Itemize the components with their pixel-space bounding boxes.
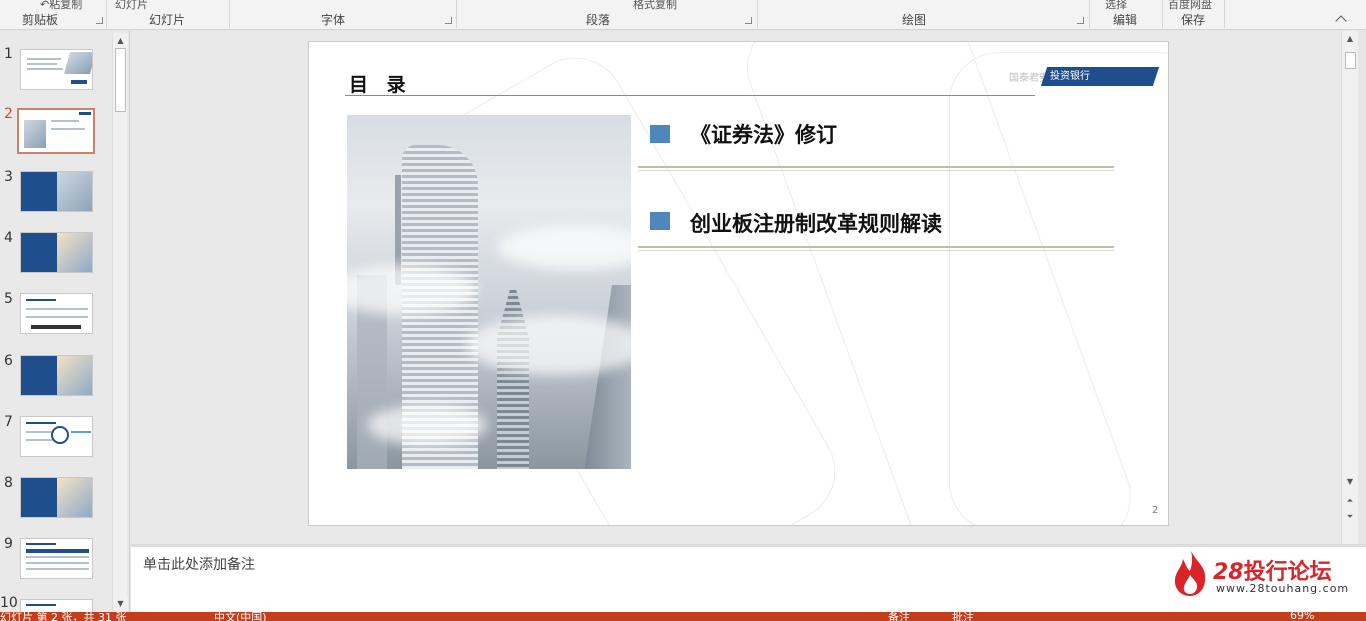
- slide-thumbnails-pane: 1 2 3 4 5 6 7 8 9 10: [0, 31, 130, 619]
- skyscraper-photo[interactable]: [347, 115, 631, 469]
- toc-item-1[interactable]: 《证券法》修订: [690, 119, 837, 149]
- next-slide-icon[interactable]: ⏷: [1342, 509, 1358, 524]
- thumbnails-scrollbar[interactable]: ▲ ▼: [112, 33, 128, 611]
- notes-pane[interactable]: 单击此处添加备注 28投行论坛 www.28touhang.com: [131, 547, 1366, 612]
- scroll-up-icon[interactable]: ▲: [1342, 31, 1358, 46]
- bullet-square: [650, 212, 670, 230]
- current-slide[interactable]: 目 录 国泰君安 投资银行 《证券法》修订 创业板注册制改革规则解读 2: [308, 41, 1169, 526]
- thumb-number: 3: [4, 169, 13, 185]
- slide-thumbnail-3[interactable]: [20, 171, 93, 212]
- thumb-number: 10: [0, 595, 18, 611]
- language-indicator[interactable]: 中文(中国): [214, 612, 267, 621]
- slide-thumbnail-6[interactable]: [20, 355, 93, 396]
- thumb-number: 4: [4, 230, 13, 246]
- scroll-up-icon[interactable]: ▲: [113, 33, 128, 48]
- slide-thumbnail-1[interactable]: [20, 49, 93, 90]
- main-scrollbar[interactable]: ▲ ▼ ⏶ ⏷: [1341, 31, 1358, 544]
- ribbon-separator: [1224, 0, 1225, 28]
- slide-title[interactable]: 目 录: [349, 70, 412, 97]
- thumb-number: 7: [4, 414, 13, 430]
- toc-item-2[interactable]: 创业板注册制改革规则解读: [690, 208, 942, 238]
- slide-counter: 幻灯片 第 2 张，共 31 张: [0, 612, 127, 621]
- group-font-label: 字体: [321, 13, 346, 27]
- item-underline: [638, 166, 1114, 171]
- comments-toggle-button[interactable]: 批注: [952, 612, 974, 621]
- flame-icon: [1174, 551, 1206, 596]
- slide-thumbnail-7[interactable]: [20, 416, 93, 457]
- group-slides-label: 幻灯片: [149, 13, 186, 27]
- scroll-down-icon[interactable]: ▼: [1342, 474, 1358, 489]
- group-paragraph-label: 段落: [586, 13, 611, 27]
- collapse-ribbon-icon[interactable]: [1334, 14, 1348, 24]
- clipboard-launcher-icon[interactable]: [96, 17, 103, 24]
- brand-tag-text: 投资银行: [1050, 71, 1090, 82]
- scrollbar-thumb[interactable]: [115, 48, 126, 112]
- ribbon-separator: [229, 0, 230, 28]
- powerpoint-window: ↶粘复制 幻灯片 格式复制 选择 百度网盘 剪贴板 幻灯片 字体 段落 绘图 编…: [0, 0, 1366, 621]
- watermark-logo: 28投行论坛 www.28touhang.com: [1171, 549, 1351, 599]
- ribbon-partial-slide[interactable]: 幻灯片: [115, 0, 148, 12]
- notes-placeholder[interactable]: 单击此处添加备注: [143, 554, 255, 574]
- logo-url: www.28touhang.com: [1216, 582, 1350, 595]
- item-underline: [638, 246, 1114, 251]
- notes-toggle-button[interactable]: 备注: [888, 612, 910, 621]
- thumb-number: 8: [4, 475, 13, 491]
- thumb-number-active: 2: [4, 106, 13, 122]
- group-clipboard-label: 剪贴板: [22, 13, 59, 27]
- ribbon-separator: [456, 0, 457, 28]
- slide-editing-area: 目 录 国泰君安 投资银行 《证券法》修订 创业板注册制改革规则解读 2: [131, 31, 1341, 544]
- bullet-square: [650, 125, 670, 143]
- scrollbar-thumb[interactable]: [1345, 52, 1356, 69]
- paragraph-launcher-icon[interactable]: [745, 17, 752, 24]
- drawing-launcher-icon[interactable]: [1077, 17, 1084, 24]
- slide-thumbnail-2[interactable]: [17, 108, 95, 154]
- thumb-number: 1: [4, 46, 13, 62]
- title-rule: [345, 95, 1035, 96]
- slide-thumbnail-4[interactable]: [20, 232, 93, 273]
- ribbon-separator: [1089, 0, 1090, 28]
- previous-slide-icon[interactable]: ⏶: [1342, 493, 1358, 508]
- slide-thumbnail-5[interactable]: [20, 293, 93, 334]
- font-launcher-icon[interactable]: [445, 17, 452, 24]
- slide-thumbnail-9[interactable]: [20, 538, 93, 579]
- thumb-number: 5: [4, 291, 13, 307]
- slide-page-number: 2: [1152, 505, 1159, 516]
- ribbon-partial-format[interactable]: 格式复制: [633, 0, 677, 12]
- thumb-number: 6: [4, 353, 13, 369]
- scroll-down-icon[interactable]: ▼: [113, 596, 128, 611]
- thumb-number: 9: [4, 536, 13, 552]
- brand-tag: 投资银行: [1040, 67, 1160, 86]
- group-drawing-label: 绘图: [902, 13, 927, 27]
- zoom-level[interactable]: 69%: [1290, 612, 1314, 621]
- ribbon-separator: [1162, 0, 1163, 28]
- status-bar: 幻灯片 第 2 张，共 31 张 中文(中国) 备注 批注 69%: [0, 612, 1366, 621]
- slide-thumbnail-8[interactable]: [20, 477, 93, 518]
- ribbon-separator: [757, 0, 758, 28]
- group-editing-label: 编辑: [1113, 13, 1138, 27]
- group-save-label: 保存: [1181, 13, 1206, 27]
- ribbon-bar: ↶粘复制 幻灯片 格式复制 选择 百度网盘 剪贴板 幻灯片 字体 段落 绘图 编…: [0, 0, 1366, 30]
- ribbon-separator: [106, 0, 107, 28]
